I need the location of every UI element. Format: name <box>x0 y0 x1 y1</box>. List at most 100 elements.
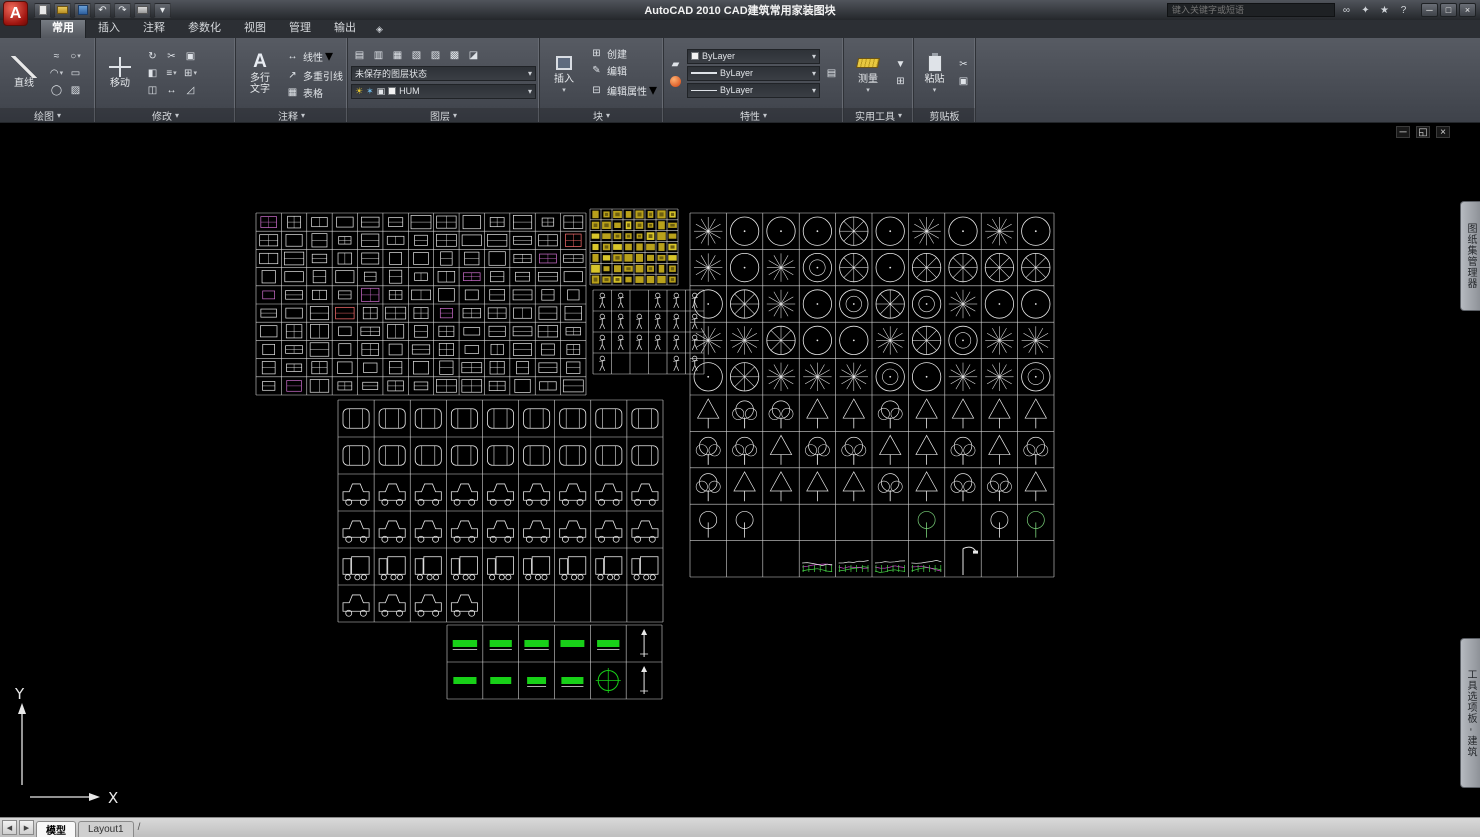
layer-freeze-button[interactable]: ▧ <box>408 48 425 63</box>
panel-layers-title[interactable]: 图层▾ <box>348 108 539 122</box>
minimize-button[interactable]: ─ <box>1421 3 1438 17</box>
application-menu-button[interactable]: A <box>3 1 28 26</box>
layer-state-dropdown[interactable]: 未保存的图层状态 ▾ <box>351 66 536 81</box>
quick-calculator-button[interactable]: ⊞ <box>892 74 909 89</box>
rectangle-button[interactable]: ▭ <box>67 66 84 81</box>
linetype-dropdown[interactable]: ByLayer ▾ <box>687 83 820 98</box>
help-icon[interactable]: ? <box>1396 5 1411 16</box>
layer-properties-button[interactable]: ▤ <box>351 48 368 63</box>
table-button[interactable]: ▦ 表格 <box>284 85 343 100</box>
stretch-button[interactable]: ↔ <box>163 83 180 98</box>
layer-match-button[interactable]: ▩ <box>446 48 463 63</box>
linear-dimension-label: 线性 <box>303 49 323 64</box>
cut-button[interactable]: ✂ <box>955 57 972 72</box>
undo-button[interactable]: ↶ <box>94 3 111 18</box>
tab-nav-next-button[interactable]: ▶ <box>19 820 34 835</box>
chevron-down-icon: ▾ <box>562 87 566 94</box>
redo-button[interactable]: ↷ <box>114 3 131 18</box>
offset-button[interactable]: ≡▾ <box>163 66 180 81</box>
model-tab[interactable]: 模型 <box>36 821 76 837</box>
quick-select-button[interactable]: ▼ <box>892 57 909 72</box>
panel-draw: 直线 ≈ ○▾ ◠▾ ▭ ◯ ▨ 绘图▾ <box>0 38 96 122</box>
search-binoculars-icon[interactable]: ∞ <box>1339 5 1354 16</box>
create-block-button[interactable]: ⊞ 创建 <box>588 46 657 61</box>
doc-close-button[interactable]: × <box>1436 126 1450 138</box>
tab-manage[interactable]: 管理 <box>278 17 322 38</box>
panel-properties: ▰ ByLayer ▾ ByLayer ▾ <box>664 38 844 122</box>
insert-block-button[interactable]: 插入 ▾ <box>543 40 585 106</box>
door-window-blocks-grid[interactable] <box>590 209 678 285</box>
layer-off-button[interactable]: ▥ <box>370 48 387 63</box>
panel-block-title[interactable]: 块▾ <box>540 108 663 122</box>
doc-minimize-button[interactable]: ─ <box>1396 126 1410 138</box>
object-color-dropdown[interactable]: ByLayer ▾ <box>687 49 820 64</box>
tab-insert[interactable]: 插入 <box>87 17 131 38</box>
vehicle-blocks-grid[interactable] <box>338 400 663 622</box>
edit-attributes-button[interactable]: ⊟ 编辑属性 ▾ <box>588 80 657 100</box>
erase-button[interactable]: ◫ <box>144 83 161 98</box>
mtext-button[interactable]: A 多行 文字 <box>239 40 281 106</box>
panel-utilities-title[interactable]: 实用工具▾ <box>844 108 913 122</box>
tab-parametric[interactable]: 参数化 <box>177 17 232 38</box>
array-button[interactable]: ⊞▾ <box>182 66 199 81</box>
communication-center-icon[interactable]: ✦ <box>1358 5 1373 16</box>
ribbon-options-button[interactable]: ◈ <box>376 24 383 38</box>
qat-customize-button[interactable]: ▾ <box>154 3 171 18</box>
tab-nav-prev-button[interactable]: ◀ <box>2 820 17 835</box>
layer-previous-button[interactable]: ◪ <box>465 48 482 63</box>
scale-button[interactable]: ◿ <box>182 83 199 98</box>
hatch-button[interactable]: ▨ <box>67 83 84 98</box>
line-button[interactable]: 直线 <box>3 40 45 106</box>
people-blocks-grid[interactable] <box>593 290 704 374</box>
layer-lock-button[interactable]: ▨ <box>427 48 444 63</box>
panel-annotation-title[interactable]: 注释▾ <box>236 108 347 122</box>
tool-palettes-tab[interactable]: 工具选项板 - 建筑 <box>1460 638 1480 788</box>
drawing-canvas[interactable]: YX <box>0 123 1458 817</box>
tab-output[interactable]: 输出 <box>323 17 367 38</box>
panel-clipboard-title[interactable]: 剪贴板 <box>914 108 975 122</box>
edit-block-button[interactable]: ✎ 编辑 <box>588 63 657 78</box>
circle-button[interactable]: ○▾ <box>67 49 84 64</box>
polyline-button[interactable]: ≈ <box>48 49 65 64</box>
open-button[interactable] <box>54 3 71 18</box>
tab-annotate[interactable]: 注释 <box>132 17 176 38</box>
arc-button[interactable]: ◠▾ <box>48 66 65 81</box>
layer-isolate-button[interactable]: ▦ <box>389 48 406 63</box>
doc-restore-button[interactable]: ◱ <box>1416 126 1430 138</box>
rotate-button[interactable]: ↻ <box>144 49 161 64</box>
annotation-symbol-blocks-grid[interactable] <box>447 625 662 699</box>
lineweight-dropdown[interactable]: ByLayer ▾ <box>687 66 820 81</box>
maximize-button[interactable]: □ <box>1440 3 1457 17</box>
qnew-button[interactable] <box>34 3 51 18</box>
panel-draw-title[interactable]: 绘图▾ <box>0 108 95 122</box>
plant-tree-blocks-grid[interactable] <box>690 213 1054 577</box>
sheet-set-manager-tab[interactable]: 图纸集管理器 <box>1460 201 1480 311</box>
mirror-button[interactable]: ◧ <box>144 66 161 81</box>
plot-button[interactable] <box>134 3 151 18</box>
furniture-blocks-grid[interactable] <box>256 213 586 395</box>
chevron-down-icon: ▾ <box>933 87 937 94</box>
layout1-tab[interactable]: Layout1 <box>78 821 134 837</box>
move-button[interactable]: 移动 <box>99 40 141 106</box>
close-button[interactable]: × <box>1459 3 1476 17</box>
paste-button[interactable]: 粘贴 ▾ <box>917 40 952 106</box>
lineweight-value: ByLayer <box>720 68 753 78</box>
object-color-button[interactable] <box>667 74 684 89</box>
search-input[interactable] <box>1172 5 1330 15</box>
favorites-star-icon[interactable]: ★ <box>1377 5 1392 16</box>
tab-view[interactable]: 视图 <box>233 17 277 38</box>
panel-modify-title[interactable]: 修改▾ <box>96 108 235 122</box>
panel-properties-title[interactable]: 特性▾ <box>664 108 843 122</box>
scale-icon: ◿ <box>187 85 195 96</box>
copy-button[interactable]: ▣ <box>182 49 199 64</box>
current-layer-dropdown[interactable]: ☀ ✶ ▣ HUM ▾ <box>351 84 536 99</box>
multileader-button[interactable]: ↗ 多重引线 <box>284 68 343 83</box>
save-button[interactable] <box>74 3 91 18</box>
linear-dimension-button[interactable]: ↔ 线性 ▾ <box>284 46 343 66</box>
properties-list-button[interactable]: ▤ <box>823 66 840 81</box>
ellipse-button[interactable]: ◯ <box>48 83 65 98</box>
trim-button[interactable]: ✂ <box>163 49 180 64</box>
measure-button[interactable]: 测量 ▾ <box>847 40 889 106</box>
match-properties-button[interactable]: ▰ <box>667 57 684 72</box>
copy-clip-button[interactable]: ▣ <box>955 74 972 89</box>
